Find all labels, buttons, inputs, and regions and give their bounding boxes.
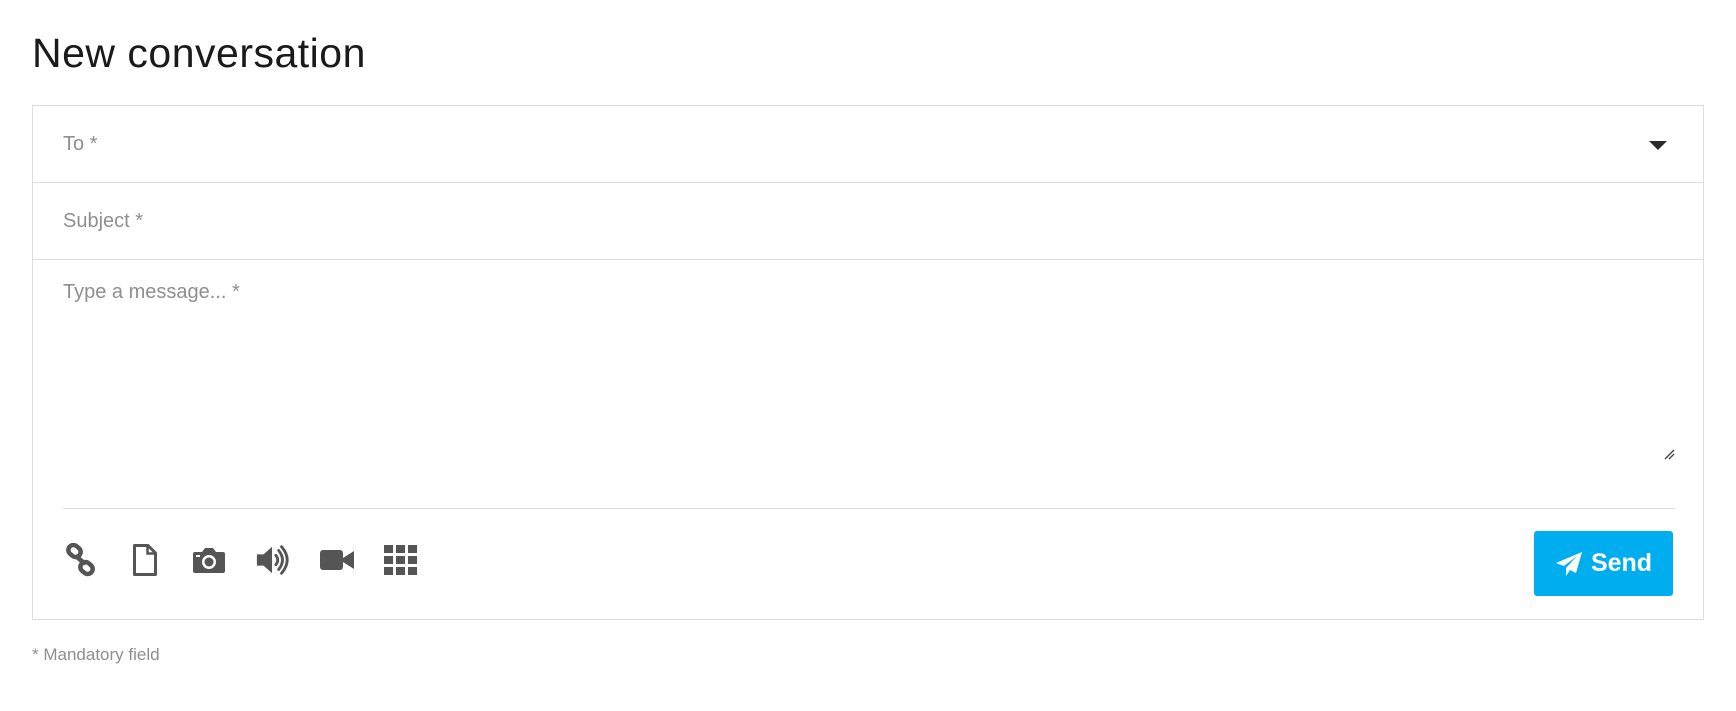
camera-icon [193, 548, 225, 573]
caret-down-icon[interactable] [1649, 141, 1667, 150]
toolbar-divider [63, 508, 1675, 509]
audio-icon [256, 545, 289, 575]
to-recipient-select[interactable]: To * [33, 106, 1703, 183]
file-icon [133, 544, 157, 576]
paper-plane-icon [1555, 551, 1583, 577]
subject-input[interactable] [63, 183, 1623, 259]
apps-grid-button[interactable] [383, 540, 419, 580]
conversation-form: To * Subject * Type a message... * Send [32, 105, 1704, 620]
message-textarea[interactable] [63, 261, 1675, 461]
mandatory-field-note: * Mandatory field [32, 645, 160, 664]
new-conversation-page: New conversation To * Subject * Type a m… [0, 0, 1736, 711]
video-icon [320, 550, 354, 570]
camera-button[interactable] [191, 540, 227, 580]
video-button[interactable] [319, 540, 355, 580]
resize-handle-icon[interactable] [1663, 448, 1675, 460]
file-button[interactable] [127, 540, 163, 580]
attachment-toolbar [63, 538, 447, 582]
link-button[interactable] [63, 540, 99, 580]
to-field-label: To * [63, 133, 98, 155]
page-title: New conversation [32, 30, 366, 76]
grid-icon [384, 545, 417, 575]
subject-row [33, 183, 1703, 260]
send-button[interactable]: Send [1534, 531, 1673, 596]
send-label: Send [1590, 549, 1653, 577]
link-icon [66, 543, 95, 577]
audio-button[interactable] [255, 540, 291, 580]
